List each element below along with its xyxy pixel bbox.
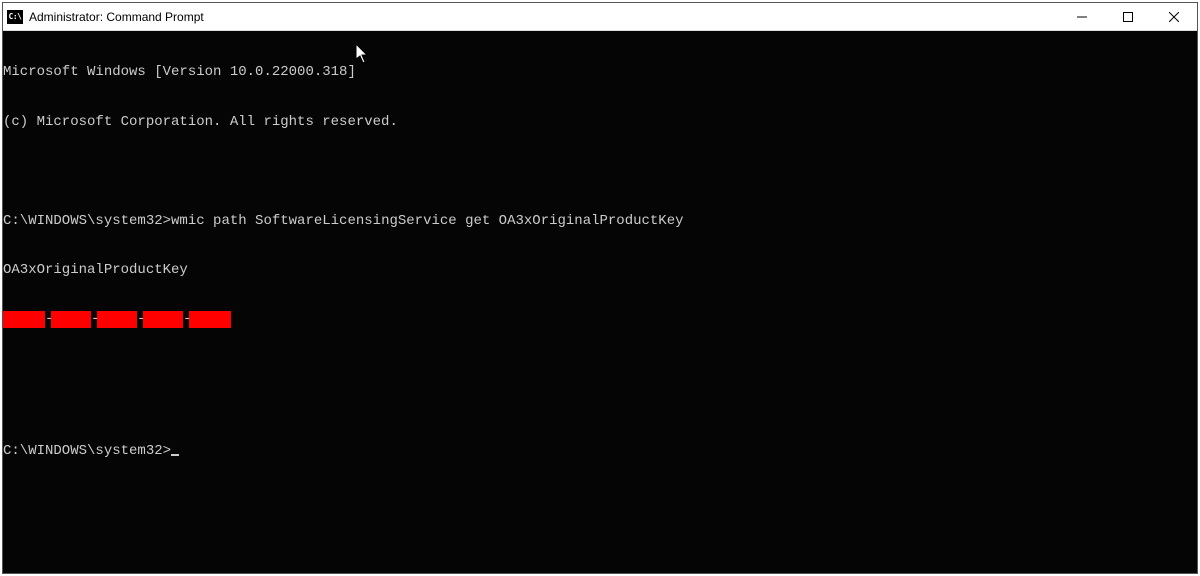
cmd-window: C:\ Administrator: Command Prompt Micros… (2, 2, 1198, 574)
console-blank (3, 163, 1197, 180)
cmd-icon: C:\ (7, 10, 23, 24)
console-blank (3, 361, 1197, 410)
console-area[interactable]: Microsoft Windows [Version 10.0.22000.31… (3, 31, 1197, 573)
maximize-button[interactable] (1105, 3, 1151, 30)
text-cursor (171, 454, 179, 456)
window-title: Administrator: Command Prompt (29, 10, 1059, 24)
redacted-segment (187, 311, 231, 328)
titlebar[interactable]: C:\ Administrator: Command Prompt (3, 3, 1197, 31)
console-command-line: C:\WINDOWS\system32>wmic path SoftwareLi… (3, 213, 1197, 230)
prompt: C:\WINDOWS\system32> (3, 443, 171, 459)
window-controls (1059, 3, 1197, 30)
console-output-header: OA3xOriginalProductKey (3, 262, 1197, 279)
console-prompt-line: C:\WINDOWS\system32> (3, 443, 1197, 460)
console-output: Microsoft Windows [Version 10.0.22000.31… (3, 64, 1197, 81)
redacted-segment (95, 311, 139, 328)
minimize-button[interactable] (1059, 3, 1105, 30)
close-button[interactable] (1151, 3, 1197, 30)
key-separator: - (45, 311, 51, 328)
redacted-product-key: - - - - (3, 311, 1197, 328)
key-separator: - (183, 311, 189, 328)
key-separator: - (91, 311, 97, 328)
key-separator: - (137, 311, 143, 328)
prompt: C:\WINDOWS\system32> (3, 213, 171, 229)
console-output: (c) Microsoft Corporation. All rights re… (3, 114, 1197, 131)
command-text: wmic path SoftwareLicensingService get O… (171, 213, 683, 229)
redacted-segment (3, 311, 47, 328)
redacted-segment (141, 311, 185, 328)
redacted-segment (49, 311, 93, 328)
